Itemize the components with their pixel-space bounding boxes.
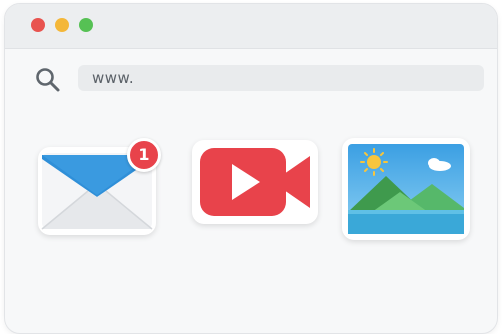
- video-app-button[interactable]: [192, 140, 318, 224]
- close-window-button[interactable]: [31, 18, 45, 32]
- video-camera-icon: [200, 148, 310, 216]
- search-icon[interactable]: [35, 67, 61, 93]
- notification-badge: 1: [127, 138, 161, 172]
- address-bar[interactable]: www.: [78, 65, 484, 91]
- maximize-window-button[interactable]: [79, 18, 93, 32]
- address-text: www.: [92, 69, 135, 87]
- toolbar: www.: [5, 49, 497, 105]
- landscape-photo-icon: [348, 144, 464, 234]
- minimize-window-button[interactable]: [55, 18, 69, 32]
- title-bar: [5, 4, 497, 49]
- photos-app-button[interactable]: [342, 138, 470, 240]
